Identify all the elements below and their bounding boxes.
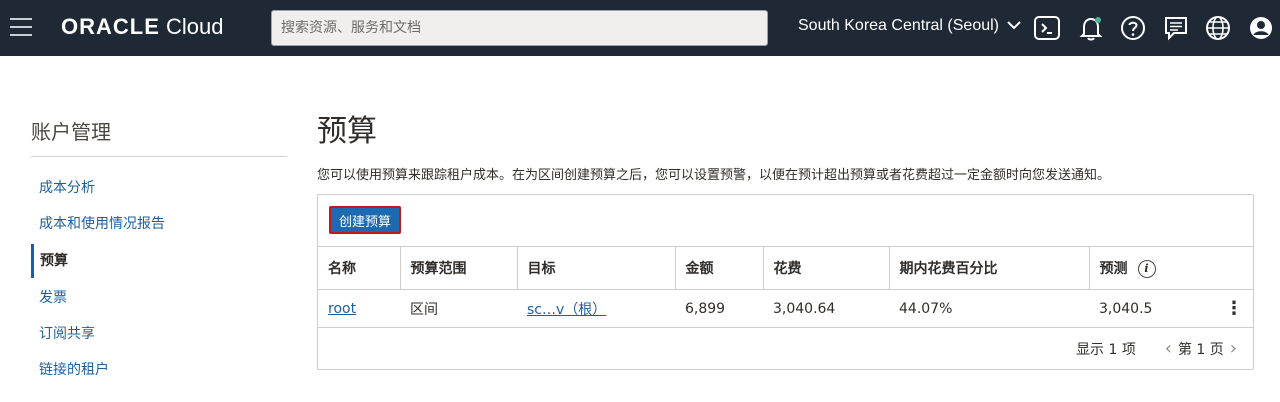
cloud-shell-icon[interactable] <box>1033 14 1061 42</box>
cell-percent: 44.07% <box>889 289 1089 328</box>
sidebar-item-linked-tenancies[interactable]: 链接的租户 <box>31 353 281 387</box>
help-icon[interactable] <box>1119 14 1147 42</box>
page-title: 预算 <box>317 114 377 149</box>
forecast-value: 3,040.5 <box>1099 300 1153 317</box>
budgets-panel: 创建预算 名称 预算范围 目标 金额 花费 期内花费百分比 预测 i root 区… <box>317 194 1254 370</box>
sidebar-item-budgets[interactable]: 预算 <box>31 244 281 278</box>
column-header-amount[interactable]: 金额 <box>675 246 764 290</box>
pagination: 显示 1 项 ‹ 第 1 页 › <box>1076 338 1243 359</box>
top-navigation-bar: ORACLE Cloud South Korea Central (Seoul) <box>0 0 1280 56</box>
table-header-row: 名称 预算范围 目标 金额 花费 期内花费百分比 预测 i <box>318 246 1253 290</box>
cell-scope: 区间 <box>400 289 517 328</box>
cell-spent: 3,040.64 <box>763 289 889 328</box>
cell-name: root <box>318 289 400 328</box>
column-header-scope[interactable]: 预算范围 <box>400 246 518 290</box>
chevron-down-icon <box>1007 17 1022 35</box>
column-header-spent[interactable]: 花费 <box>763 246 890 290</box>
column-header-percent[interactable]: 期内花费百分比 <box>889 246 1090 290</box>
hamburger-menu-icon[interactable] <box>10 18 32 38</box>
notifications-bell-icon[interactable] <box>1077 14 1105 42</box>
forecast-header-label: 预测 <box>1099 261 1128 277</box>
sidebar-title: 账户管理 <box>31 120 111 144</box>
sidebar-item-subscription-sharing[interactable]: 订阅共享 <box>31 317 281 351</box>
cell-amount: 6,899 <box>675 289 763 328</box>
cell-forecast: 3,040.5 ⋮ <box>1089 289 1253 328</box>
budget-name-link[interactable]: root <box>328 301 356 317</box>
sidebar-divider <box>31 156 287 157</box>
language-globe-icon[interactable] <box>1204 14 1232 42</box>
chevron-left-icon[interactable]: ‹ <box>1165 338 1172 359</box>
cell-target: sc…v（根） <box>517 289 675 328</box>
table-row: root 区间 sc…v（根） 6,899 3,040.64 44.07% 3,… <box>318 289 1253 328</box>
budgets-table: 名称 预算范围 目标 金额 花费 期内花费百分比 预测 i root 区间 sc…… <box>318 246 1253 328</box>
target-compartment-link[interactable]: sc…v（根） <box>527 302 606 318</box>
create-budget-button[interactable]: 创建预算 <box>329 206 402 234</box>
row-actions-kebab-icon[interactable]: ⋮ <box>1225 298 1243 319</box>
search-input[interactable] <box>271 10 768 46</box>
pagination-page-label: 第 1 页 <box>1177 342 1224 358</box>
region-label: South Korea Central (Seoul) <box>798 17 999 34</box>
page-description: 您可以使用预算来跟踪租户成本。在为区间创建预算之后，您可以设置预警，以便在预计超… <box>317 168 1111 183</box>
region-selector[interactable]: South Korea Central (Seoul) <box>798 17 1022 35</box>
pagination-item-count: 显示 1 项 <box>1076 342 1136 358</box>
sidebar-item-invoices[interactable]: 发票 <box>31 281 281 315</box>
chevron-right-icon[interactable]: › <box>1230 338 1237 359</box>
sidebar-item-cost-analysis[interactable]: 成本分析 <box>31 171 281 205</box>
column-header-forecast[interactable]: 预测 i <box>1089 246 1253 290</box>
feedback-chat-icon[interactable] <box>1162 14 1190 42</box>
user-profile-icon[interactable] <box>1247 14 1275 42</box>
oracle-cloud-logo[interactable]: ORACLE Cloud <box>61 14 223 40</box>
column-header-target[interactable]: 目标 <box>517 246 676 290</box>
sidebar-item-cost-usage-reports[interactable]: 成本和使用情况报告 <box>31 207 281 241</box>
info-icon[interactable]: i <box>1137 260 1156 278</box>
column-header-name[interactable]: 名称 <box>318 246 401 290</box>
